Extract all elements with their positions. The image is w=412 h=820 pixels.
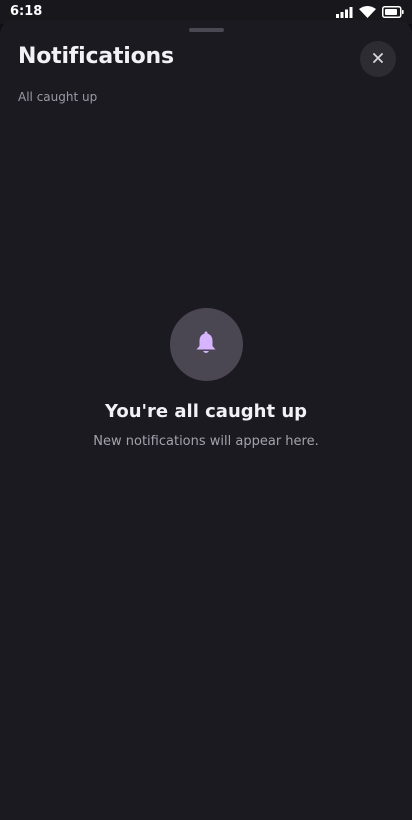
sheet-title: Notifications [18, 44, 174, 69]
empty-state: You're all caught up New notifications w… [0, 308, 412, 449]
status-icons [336, 5, 404, 19]
notifications-sheet: Notifications All caught up You're all c… [0, 20, 412, 820]
signal-icon [336, 3, 353, 22]
sheet-subtitle: All caught up [18, 90, 98, 104]
empty-state-title: You're all caught up [104, 401, 308, 422]
bell-icon [195, 331, 217, 359]
empty-state-description: New notifications will appear here. [93, 434, 319, 449]
close-button[interactable] [360, 41, 396, 77]
status-time: 6:18 [10, 4, 43, 19]
close-icon [372, 52, 384, 67]
battery-icon [382, 3, 404, 22]
wifi-icon [359, 3, 376, 22]
bell-icon-circle [169, 308, 243, 381]
sheet-grabber-handle[interactable] [189, 28, 224, 32]
